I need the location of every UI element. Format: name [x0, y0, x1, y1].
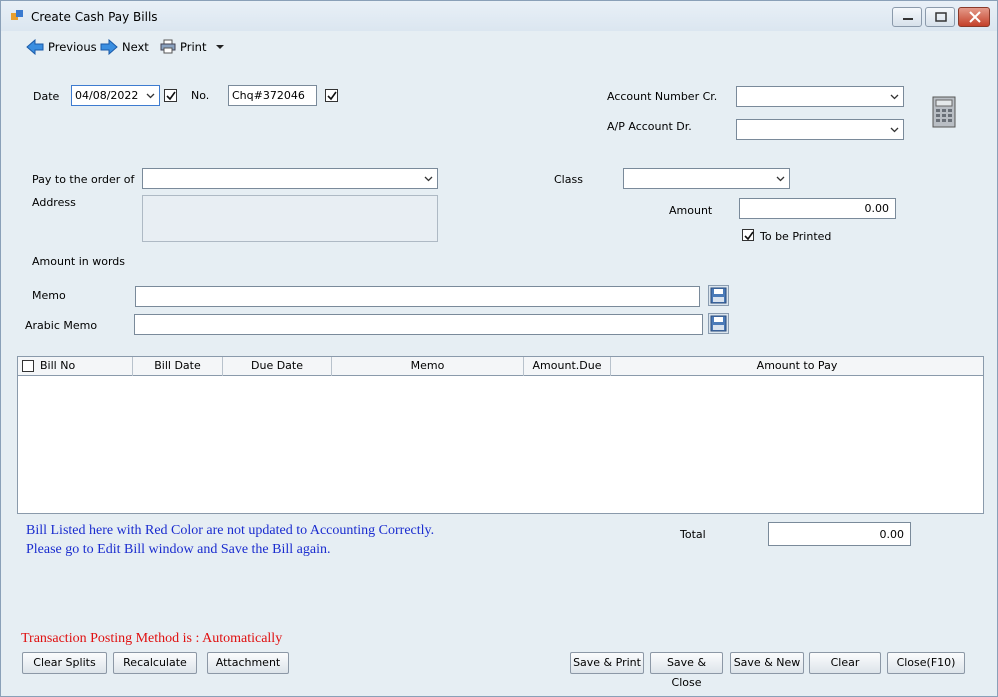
- column-bill-no[interactable]: Bill No: [18, 357, 133, 376]
- chevron-down-icon: [146, 93, 155, 99]
- arrow-right-icon: [100, 39, 118, 55]
- account-cr-label: Account Number Cr.: [607, 90, 718, 103]
- address-textarea[interactable]: [142, 195, 438, 242]
- column-bill-date[interactable]: Bill Date: [133, 357, 223, 376]
- attachment-button[interactable]: Attachment: [207, 652, 289, 674]
- cash-pay-bills-window: Create Cash Pay Bills Previous Next Prin…: [0, 0, 998, 697]
- memo-save-button[interactable]: [708, 285, 729, 306]
- amount-input[interactable]: 0.00: [739, 198, 896, 219]
- red-bill-warning-line1: Bill Listed here with Red Color are not …: [26, 523, 435, 538]
- memo-label: Memo: [32, 289, 66, 302]
- arabic-memo-save-button[interactable]: [708, 313, 729, 334]
- account-cr-select[interactable]: [736, 86, 904, 107]
- previous-label: Previous: [48, 40, 97, 54]
- save-print-button[interactable]: Save & Print: [570, 652, 644, 674]
- chevron-down-icon: [776, 176, 785, 182]
- to-be-printed-label: To be Printed: [760, 230, 832, 243]
- dropdown-arrow-icon: [216, 44, 225, 49]
- printer-icon: [160, 39, 176, 54]
- previous-button[interactable]: Previous: [26, 39, 97, 55]
- calculator-icon[interactable]: [932, 96, 956, 128]
- check-icon: [744, 231, 754, 241]
- bills-grid[interactable]: Bill No Bill Date Due Date Memo Amount.D…: [17, 356, 984, 514]
- floppy-disk-icon: [710, 287, 727, 304]
- date-value: 04/08/2022: [75, 89, 139, 102]
- chevron-down-icon: [890, 127, 899, 133]
- arabic-memo-label: Arabic Memo: [25, 319, 98, 332]
- close-button[interactable]: Close(F10): [887, 652, 965, 674]
- pay-to-label: Pay to the order of: [32, 173, 135, 186]
- next-button[interactable]: Next: [100, 39, 149, 55]
- to-be-printed-checkbox[interactable]: [742, 229, 754, 241]
- next-label: Next: [122, 40, 149, 54]
- cheque-number-value: Chq#372046: [232, 89, 305, 102]
- save-new-button[interactable]: Save & New: [730, 652, 804, 674]
- class-label: Class: [554, 173, 583, 186]
- amount-label: Amount: [669, 204, 713, 217]
- clear-splits-button[interactable]: Clear Splits: [22, 652, 107, 674]
- column-amount-to-pay[interactable]: Amount to Pay: [611, 357, 983, 376]
- arabic-memo-input[interactable]: [134, 314, 703, 335]
- address-label: Address: [32, 196, 76, 209]
- maximize-button[interactable]: [925, 7, 955, 27]
- cheque-number-input[interactable]: Chq#372046: [228, 85, 317, 106]
- date-checkbox[interactable]: [164, 89, 177, 102]
- ap-account-select[interactable]: [736, 119, 904, 140]
- save-close-button[interactable]: Save & Close: [650, 652, 723, 689]
- red-bill-warning-line2: Please go to Edit Bill window and Save t…: [26, 542, 331, 557]
- posting-method-text: Transaction Posting Method is : Automati…: [21, 631, 283, 646]
- amount-value: 0.00: [864, 202, 890, 215]
- memo-input[interactable]: [135, 286, 700, 307]
- column-amount-due[interactable]: Amount.Due: [524, 357, 611, 376]
- number-checkbox[interactable]: [325, 89, 338, 102]
- maximize-icon: [935, 12, 947, 22]
- title-bar[interactable]: Create Cash Pay Bills: [1, 1, 997, 31]
- close-icon: [969, 11, 981, 23]
- ap-account-label: A/P Account Dr.: [607, 120, 692, 133]
- chevron-down-icon: [424, 176, 433, 182]
- column-due-date[interactable]: Due Date: [223, 357, 332, 376]
- check-icon: [327, 91, 337, 101]
- total-label: Total: [680, 528, 706, 541]
- app-icon: [11, 10, 23, 20]
- amount-in-words-label: Amount in words: [32, 255, 126, 268]
- chevron-down-icon: [890, 94, 899, 100]
- arrow-left-icon: [26, 39, 44, 55]
- no-label: No.: [191, 89, 210, 102]
- clear-button[interactable]: Clear: [809, 652, 881, 674]
- pay-to-select[interactable]: [142, 168, 438, 189]
- window-title: Create Cash Pay Bills: [31, 10, 158, 24]
- floppy-disk-icon: [710, 315, 727, 332]
- column-memo[interactable]: Memo: [332, 357, 524, 376]
- close-window-button[interactable]: [958, 7, 990, 27]
- date-label: Date: [33, 90, 60, 103]
- print-label: Print: [180, 39, 207, 54]
- minimize-icon: [903, 18, 913, 20]
- grid-header: Bill No Bill Date Due Date Memo Amount.D…: [18, 357, 983, 376]
- total-value: 0.00: [879, 528, 905, 541]
- total-value-field: 0.00: [768, 522, 911, 546]
- recalculate-button[interactable]: Recalculate: [113, 652, 197, 674]
- check-icon: [166, 91, 176, 101]
- date-picker[interactable]: 04/08/2022: [71, 85, 160, 106]
- print-button[interactable]: Print: [160, 39, 226, 54]
- minimize-button[interactable]: [892, 7, 922, 27]
- class-select[interactable]: [623, 168, 790, 189]
